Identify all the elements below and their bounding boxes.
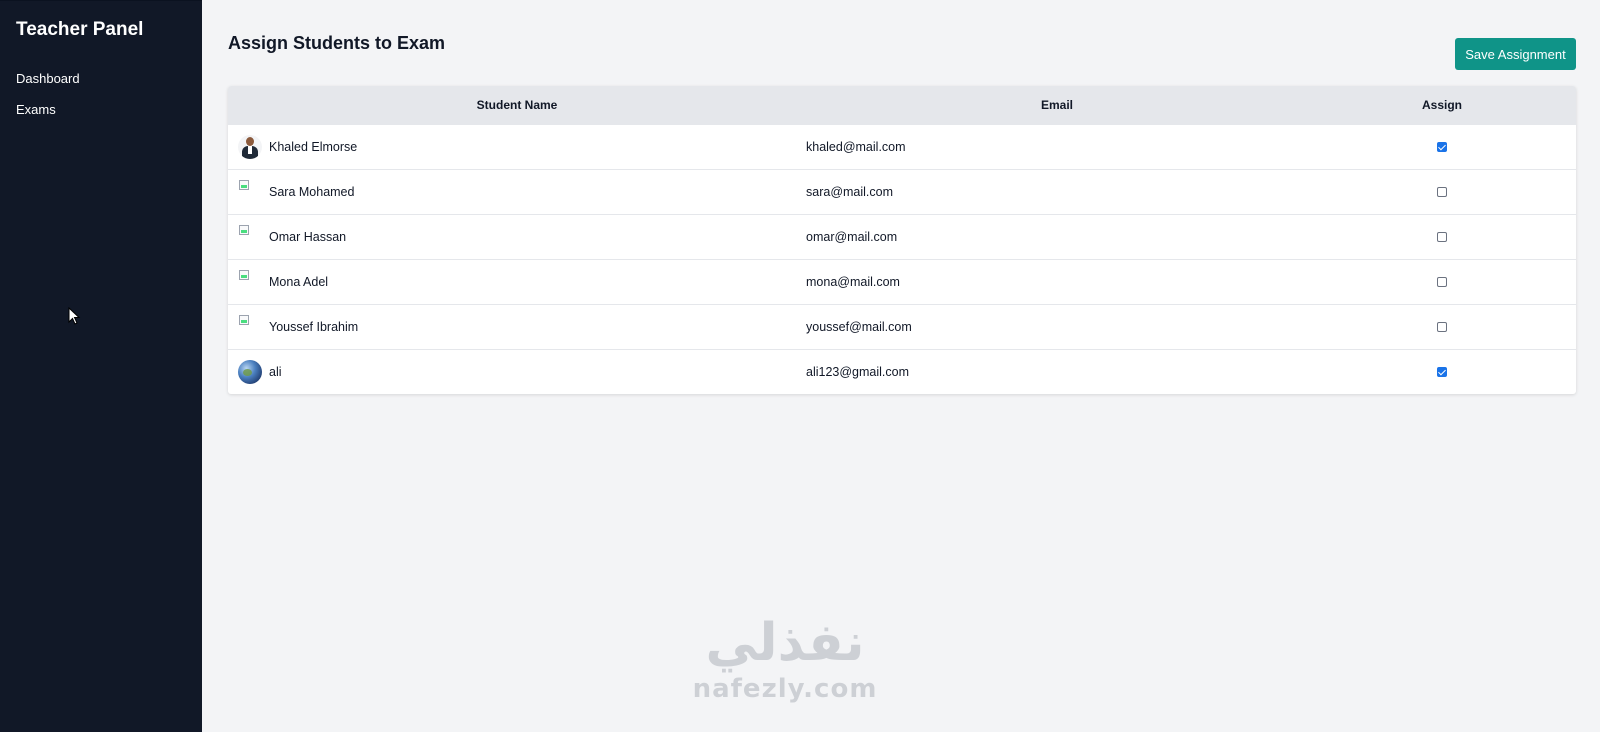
table-row: ali ali123@gmail.com: [228, 349, 1576, 394]
assign-checkbox[interactable]: [1437, 322, 1447, 333]
assign-cell: [1308, 169, 1576, 214]
student-name-cell: ali: [228, 349, 806, 394]
student-name-wrap: Omar Hassan: [238, 224, 806, 249]
sidebar: Teacher Panel Dashboard Exams: [0, 0, 202, 732]
broken-image-icon: [238, 179, 262, 204]
table-header-row: Student Name Email Assign: [228, 86, 1576, 124]
student-email: omar@mail.com: [806, 229, 898, 244]
student-name: Sara Mohamed: [269, 184, 355, 199]
cursor-arrow-icon: [68, 307, 81, 325]
table-row: Mona Adel mona@mail.com: [228, 259, 1576, 304]
student-name: ali: [269, 364, 282, 379]
broken-image-icon: [238, 314, 262, 339]
page-header: Assign Students to Exam Save Assignment: [228, 30, 1576, 86]
student-email: mona@mail.com: [806, 274, 900, 289]
assign-checkbox[interactable]: [1437, 142, 1447, 153]
students-table-card: Student Name Email Assign Khaled Elmorse…: [228, 86, 1576, 394]
avatar-globe-icon: [238, 359, 262, 384]
students-table: Student Name Email Assign Khaled Elmorse…: [228, 86, 1576, 394]
sidebar-item-exams[interactable]: Exams: [16, 102, 186, 117]
assign-cell: [1308, 214, 1576, 259]
assign-checkbox[interactable]: [1437, 187, 1447, 198]
sidebar-brand: Teacher Panel: [16, 19, 144, 40]
student-name-cell: Sara Mohamed: [228, 169, 806, 214]
app-window: Teacher Panel Dashboard Exams Assign Stu…: [0, 0, 1600, 732]
column-header-student-name: Student Name: [476, 97, 558, 112]
student-name: Mona Adel: [269, 274, 329, 289]
student-name-wrap: Youssef Ibrahim: [238, 314, 806, 339]
student-name: Youssef Ibrahim: [269, 319, 359, 334]
student-name-wrap: ali: [238, 359, 806, 384]
student-name-wrap: Mona Adel: [238, 269, 806, 294]
main-content: Assign Students to Exam Save Assignment …: [202, 0, 1600, 732]
sidebar-item-dashboard[interactable]: Dashboard: [16, 71, 186, 86]
student-email: youssef@mail.com: [806, 319, 912, 334]
table-header: Student Name Email Assign: [228, 86, 1576, 124]
page-title: Assign Students to Exam: [228, 33, 446, 53]
student-name-cell: Khaled Elmorse: [228, 124, 806, 169]
assign-cell: [1308, 124, 1576, 169]
assign-checkbox[interactable]: [1437, 232, 1447, 243]
assign-cell: [1308, 259, 1576, 304]
table-row: Youssef Ibrahim youssef@mail.com: [228, 304, 1576, 349]
broken-image-icon: [238, 224, 262, 249]
assign-checkbox[interactable]: [1437, 277, 1447, 288]
student-email: ali123@gmail.com: [806, 364, 910, 379]
student-name: Omar Hassan: [269, 229, 347, 244]
student-name-cell: Youssef Ibrahim: [228, 304, 806, 349]
student-name-wrap: Sara Mohamed: [238, 179, 806, 204]
student-name-wrap: Khaled Elmorse: [238, 134, 806, 159]
assign-cell: [1308, 304, 1576, 349]
broken-image-icon: [238, 269, 262, 294]
student-name: Khaled Elmorse: [269, 139, 358, 154]
student-name-cell: Mona Adel: [228, 259, 806, 304]
table-row: Omar Hassan omar@mail.com: [228, 214, 1576, 259]
table-row: Sara Mohamed sara@mail.com: [228, 169, 1576, 214]
column-header-assign: Assign: [1421, 97, 1462, 112]
assign-cell: [1308, 349, 1576, 394]
student-name-cell: Omar Hassan: [228, 214, 806, 259]
table-row: Khaled Elmorse khaled@mail.com: [228, 124, 1576, 169]
column-header-email: Email: [1040, 97, 1073, 112]
avatar-photo-icon: [238, 134, 262, 159]
save-assignment-button[interactable]: Save Assignment: [1455, 38, 1576, 70]
student-email: sara@mail.com: [806, 184, 894, 199]
assign-checkbox[interactable]: [1437, 367, 1447, 378]
student-email: khaled@mail.com: [806, 139, 906, 154]
table-body: Khaled Elmorse khaled@mail.com Sara Mohame…: [228, 124, 1576, 394]
